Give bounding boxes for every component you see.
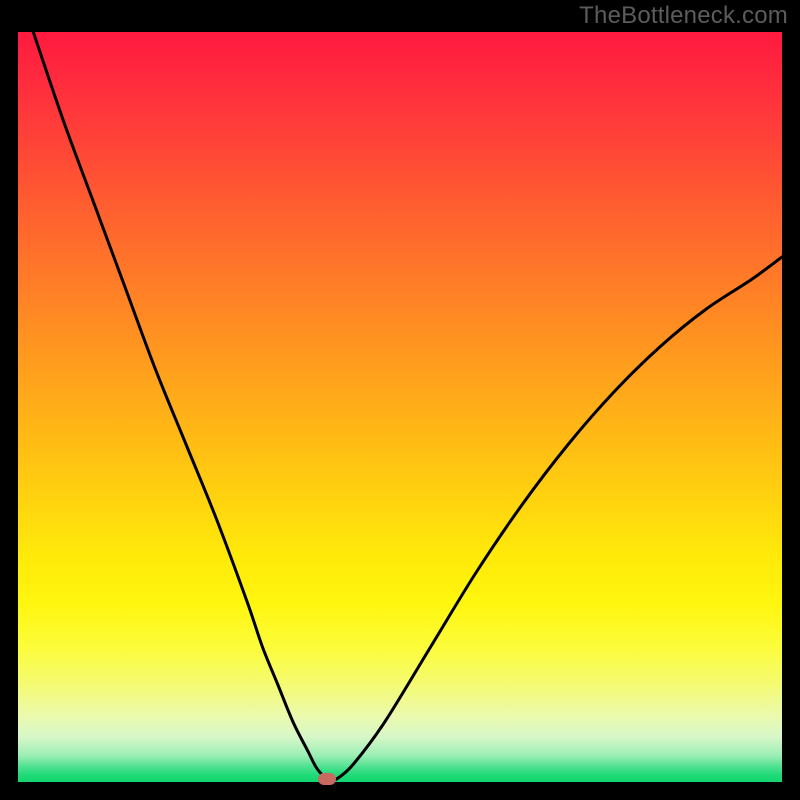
chart-container: TheBottleneck.com (0, 0, 800, 800)
watermark-text: TheBottleneck.com (579, 2, 788, 30)
bottleneck-curve (18, 32, 782, 782)
optimum-marker (318, 773, 336, 785)
